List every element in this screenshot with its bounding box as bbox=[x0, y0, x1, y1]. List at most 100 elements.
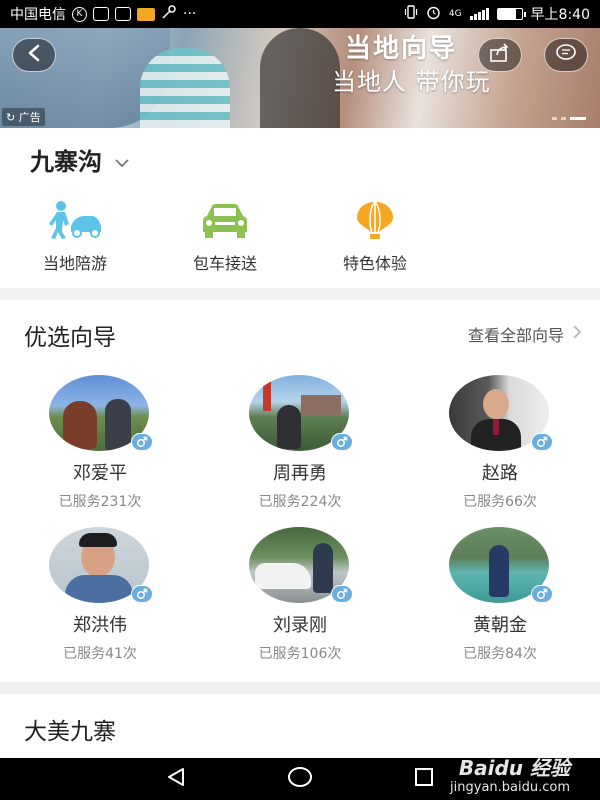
guide-name: 周再勇 bbox=[273, 463, 327, 484]
person-car-icon bbox=[0, 200, 150, 240]
male-icon bbox=[531, 585, 553, 603]
k-circle-icon: K bbox=[72, 6, 87, 22]
avatar-photo-dog bbox=[63, 401, 97, 449]
more-notifications-icon: ··· bbox=[183, 6, 197, 22]
back-arrow-icon bbox=[27, 44, 41, 66]
avatar-photo-flags bbox=[263, 381, 271, 411]
wechat-icon bbox=[93, 7, 109, 21]
network-type: 4G bbox=[448, 9, 462, 19]
home-nav-button[interactable] bbox=[287, 766, 313, 792]
share-button[interactable] bbox=[478, 38, 522, 72]
male-icon bbox=[131, 433, 153, 451]
share-icon bbox=[489, 43, 511, 67]
bag-icon bbox=[115, 7, 131, 21]
vibrate-icon bbox=[404, 5, 418, 23]
status-left: 中国电信 K ··· bbox=[10, 4, 196, 24]
featured-guides-card: 优选向导 查看全部向导 邓爱平 已服务231次 周再勇 已服务224次 赵路 已… bbox=[0, 300, 600, 682]
guide-name: 邓爱平 bbox=[73, 463, 127, 484]
service-label: 包车接送 bbox=[192, 254, 257, 273]
baidu-watermark: Baidu 经验 jingyan.baidu.com bbox=[450, 756, 570, 796]
avatar-wrap bbox=[249, 527, 353, 603]
avatar-wrap bbox=[249, 375, 353, 451]
banner-photo-person-center bbox=[140, 48, 230, 128]
avatar-photo-person bbox=[489, 545, 509, 597]
system-nav-bar: Baidu 经验 jingyan.baidu.com bbox=[0, 756, 600, 800]
ad-label: 广告 bbox=[18, 111, 41, 124]
key-icon bbox=[161, 5, 177, 23]
avatar-wrap bbox=[49, 375, 153, 451]
avatar-photo-person bbox=[313, 543, 333, 593]
chevron-down-icon bbox=[114, 146, 130, 174]
signal-icon bbox=[469, 8, 489, 20]
avatar-photo-person bbox=[277, 405, 301, 449]
guide-card[interactable]: 郑洪伟 已服务41次 bbox=[0, 527, 200, 663]
watermark-text: Baidu 经验 bbox=[458, 756, 570, 781]
triangle-back-icon bbox=[168, 768, 184, 786]
avatar-wrap bbox=[449, 527, 553, 603]
guide-service-count: 已服务41次 bbox=[63, 646, 137, 662]
battery-icon bbox=[496, 8, 526, 20]
avatar-photo-car bbox=[255, 563, 311, 589]
avatar-photo-face bbox=[483, 389, 509, 419]
guide-service-count: 已服务106次 bbox=[258, 646, 342, 662]
guide-service-count: 已服务224次 bbox=[258, 494, 342, 510]
recents-nav-button[interactable] bbox=[413, 766, 435, 792]
service-list: 当地陪游 包车接送 特色体验 bbox=[0, 200, 600, 274]
car-icon bbox=[150, 200, 300, 240]
male-icon bbox=[331, 585, 353, 603]
guide-service-count: 已服务66次 bbox=[463, 494, 537, 510]
banner-photo-person-right bbox=[260, 28, 340, 128]
view-all-label: 查看全部向导 bbox=[467, 326, 564, 345]
hot-air-balloon-icon bbox=[300, 200, 450, 240]
back-nav-button[interactable] bbox=[165, 766, 187, 792]
back-button[interactable] bbox=[12, 38, 56, 72]
chevron-right-icon bbox=[572, 324, 582, 344]
square-recents-icon bbox=[415, 768, 433, 786]
section-title: 优选向导 bbox=[24, 325, 116, 351]
message-button[interactable] bbox=[544, 38, 588, 72]
guide-name: 赵路 bbox=[482, 463, 518, 484]
location-selector[interactable]: 九寨沟 bbox=[30, 142, 130, 177]
status-bar: 中国电信 K ··· 4G 早上8:40 bbox=[0, 0, 600, 28]
carousel-dot-active bbox=[570, 117, 586, 120]
avatar-photo-tie bbox=[493, 419, 499, 435]
guide-name: 郑洪伟 bbox=[73, 615, 127, 636]
guide-card[interactable]: 邓爱平 已服务231次 bbox=[0, 375, 200, 511]
male-icon bbox=[131, 585, 153, 603]
location-name: 九寨沟 bbox=[30, 148, 102, 176]
location-card: 九寨沟 当地陪游 包车接送 特色体验 bbox=[0, 128, 600, 288]
watermark-url: jingyan.baidu.com bbox=[450, 780, 570, 796]
avatar-photo-person bbox=[105, 399, 131, 451]
avatar-photo-house bbox=[301, 395, 341, 415]
avatar-wrap bbox=[49, 527, 153, 603]
chat-bubble-icon bbox=[555, 43, 577, 67]
service-car-pickup[interactable]: 包车接送 bbox=[150, 200, 300, 274]
carrier-label: 中国电信 bbox=[10, 7, 66, 23]
section-title: 大美九寨 bbox=[24, 719, 116, 745]
guide-card[interactable]: 黄朝金 已服务84次 bbox=[400, 527, 600, 663]
guide-service-count: 已服务231次 bbox=[58, 494, 142, 510]
status-right: 4G 早上8:40 bbox=[404, 4, 590, 24]
service-special-experience[interactable]: 特色体验 bbox=[300, 200, 450, 274]
ad-logo-icon: ↻ bbox=[6, 111, 16, 124]
carousel-dot bbox=[561, 117, 566, 120]
clock: 早上8:40 bbox=[530, 7, 590, 23]
ad-banner[interactable]: 当地向导 当地人 带你玩 ↻ 广告 bbox=[0, 28, 600, 128]
guide-card[interactable]: 刘录刚 已服务106次 bbox=[200, 527, 400, 663]
service-label: 特色体验 bbox=[342, 254, 407, 273]
avatar-photo-shirt bbox=[65, 575, 133, 603]
beauty-section-card: 大美九寨 bbox=[0, 694, 600, 764]
guide-card[interactable]: 周再勇 已服务224次 bbox=[200, 375, 400, 511]
male-icon bbox=[331, 433, 353, 451]
carousel-dot bbox=[552, 117, 557, 120]
view-all-guides-link[interactable]: 查看全部向导 bbox=[468, 322, 582, 346]
alarm-icon bbox=[426, 5, 441, 24]
carousel-indicator bbox=[552, 117, 586, 120]
service-label: 当地陪游 bbox=[42, 254, 107, 273]
circle-home-icon bbox=[288, 767, 312, 787]
avatar-wrap bbox=[449, 375, 553, 451]
male-icon bbox=[531, 433, 553, 451]
banner-subtitle: 当地人 带你玩 bbox=[332, 68, 491, 96]
guide-card[interactable]: 赵路 已服务66次 bbox=[400, 375, 600, 511]
service-local-guide[interactable]: 当地陪游 bbox=[0, 200, 150, 274]
